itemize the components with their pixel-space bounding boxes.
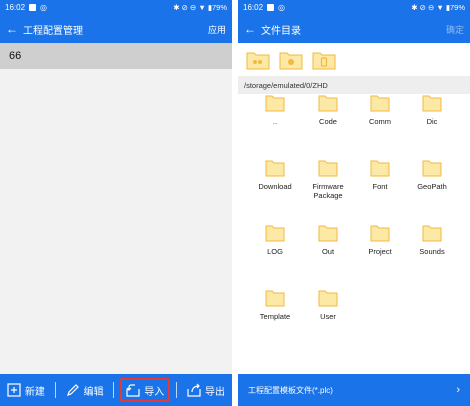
- folder-name: Download: [258, 182, 292, 191]
- folder-icon: [318, 290, 338, 307]
- toolbar-divider: [113, 382, 115, 398]
- pencil-icon: [66, 383, 80, 397]
- confirm-button[interactable]: 确定: [446, 23, 464, 36]
- project-name: 66: [9, 50, 22, 62]
- project-list-item[interactable]: 66: [0, 43, 232, 69]
- phone-storage-folder-icon[interactable]: [312, 50, 336, 70]
- notification-icon: [267, 4, 275, 11]
- toolbar-divider: [54, 382, 56, 398]
- folder-name: GeoPath: [417, 182, 447, 191]
- folder-icon: [318, 95, 338, 112]
- folder-item[interactable]: Dic: [406, 94, 458, 126]
- import-button[interactable]: 导入: [120, 378, 171, 402]
- edit-button[interactable]: 编辑: [62, 378, 108, 402]
- path-text: /storage/emulated/0/ZHD: [244, 80, 328, 90]
- folder-item[interactable]: LOG: [249, 224, 301, 256]
- folder-name: User: [320, 312, 336, 321]
- page-title: 文件目录: [261, 25, 301, 37]
- folder-item[interactable]: Download: [249, 159, 301, 191]
- back-arrow-icon[interactable]: ←: [244, 23, 256, 35]
- folder-icon: [370, 160, 390, 177]
- quick-locations: [238, 43, 470, 76]
- folder-icon: [370, 225, 390, 242]
- status-bar: 16:02 ◎ ✱ ⊘ ⊖ ▼ ▮79%: [238, 0, 470, 15]
- folder-name: Comm: [368, 117, 392, 126]
- folder-icon: [370, 95, 390, 112]
- folder-item[interactable]: Template: [249, 289, 301, 321]
- folder-icon: [422, 160, 442, 177]
- folder-name: Out: [321, 247, 335, 256]
- new-label: 新建: [24, 386, 45, 398]
- status-icons: ✱ ⊘ ⊖ ▼ ▮79%: [173, 3, 227, 12]
- folder-icon: [265, 225, 285, 242]
- export-button[interactable]: 导出: [183, 378, 229, 402]
- folder-item[interactable]: GeoPath: [406, 159, 458, 191]
- back-arrow-icon[interactable]: ←: [6, 23, 18, 35]
- import-label: 导入: [144, 386, 165, 398]
- folder-name: Firmware Package: [312, 182, 344, 201]
- bottom-toolbar: 新建 编辑 导入 导出: [0, 374, 232, 406]
- folder-name: Dic: [426, 117, 438, 126]
- sync-icon: ◎: [278, 3, 286, 12]
- folder-icon: [422, 225, 442, 242]
- folder-name: Template: [259, 312, 291, 321]
- folder-icon: [318, 225, 338, 242]
- folder-item[interactable]: Font: [354, 159, 406, 191]
- export-icon: [187, 383, 201, 397]
- export-label: 导出: [204, 386, 225, 398]
- folder-item[interactable]: Out: [302, 224, 354, 256]
- folder-icon: [318, 160, 338, 177]
- page-title: 工程配置管理: [23, 25, 83, 37]
- status-icons: ✱ ⊘ ⊖ ▼ ▮79%: [411, 3, 465, 12]
- file-type-filter[interactable]: 工程配置模板文件(*.plc) ›: [238, 374, 470, 406]
- app-bar: ← 工程配置管理 应用: [0, 15, 232, 43]
- app-bar: ← 文件目录 确定: [238, 15, 470, 43]
- folder-name: ..: [272, 117, 278, 126]
- folder-name: Font: [372, 182, 388, 191]
- import-icon: [126, 383, 140, 397]
- folder-icon: [265, 160, 285, 177]
- status-time: 16:02: [243, 3, 264, 12]
- folder-icon: [422, 95, 442, 112]
- status-bar: 16:02 ◎ ✱ ⊘ ⊖ ▼ ▮79%: [0, 0, 232, 15]
- folder-name: Code: [319, 117, 337, 126]
- new-button[interactable]: 新建: [3, 378, 49, 402]
- folder-item[interactable]: User: [302, 289, 354, 321]
- shared-folder-icon[interactable]: [246, 50, 270, 70]
- current-path: /storage/emulated/0/ZHD: [238, 76, 470, 94]
- toolbar-divider: [176, 382, 178, 398]
- apply-button[interactable]: 应用: [208, 23, 226, 36]
- folder-item[interactable]: Comm: [354, 94, 406, 126]
- new-file-icon: [7, 383, 21, 397]
- sd-card-folder-icon[interactable]: [279, 50, 303, 70]
- sync-icon: ◎: [40, 3, 48, 12]
- folder-icon: [265, 95, 285, 112]
- folder-item[interactable]: Project: [354, 224, 406, 256]
- status-time: 16:02: [5, 3, 26, 12]
- folder-icon: [265, 290, 285, 307]
- project-config-screen: 16:02 ◎ ✱ ⊘ ⊖ ▼ ▮79% ← 工程配置管理 应用 66 新建 编…: [0, 0, 232, 406]
- edit-label: 编辑: [83, 386, 104, 398]
- folder-name: Project: [368, 247, 392, 256]
- filter-label: 工程配置模板文件(*.plc): [248, 385, 333, 395]
- folder-item[interactable]: Firmware Package: [302, 159, 354, 201]
- folder-name: LOG: [267, 247, 283, 256]
- folder-item[interactable]: Code: [302, 94, 354, 126]
- file-directory-screen: 16:02 ◎ ✱ ⊘ ⊖ ▼ ▮79% ← 文件目录 确定 /storage/…: [238, 0, 470, 406]
- chevron-right-icon: ›: [456, 384, 460, 396]
- folder-item[interactable]: Sounds: [406, 224, 458, 256]
- notification-icon: [29, 4, 37, 11]
- folder-item[interactable]: ..: [249, 94, 301, 126]
- folder-name: Sounds: [419, 247, 445, 256]
